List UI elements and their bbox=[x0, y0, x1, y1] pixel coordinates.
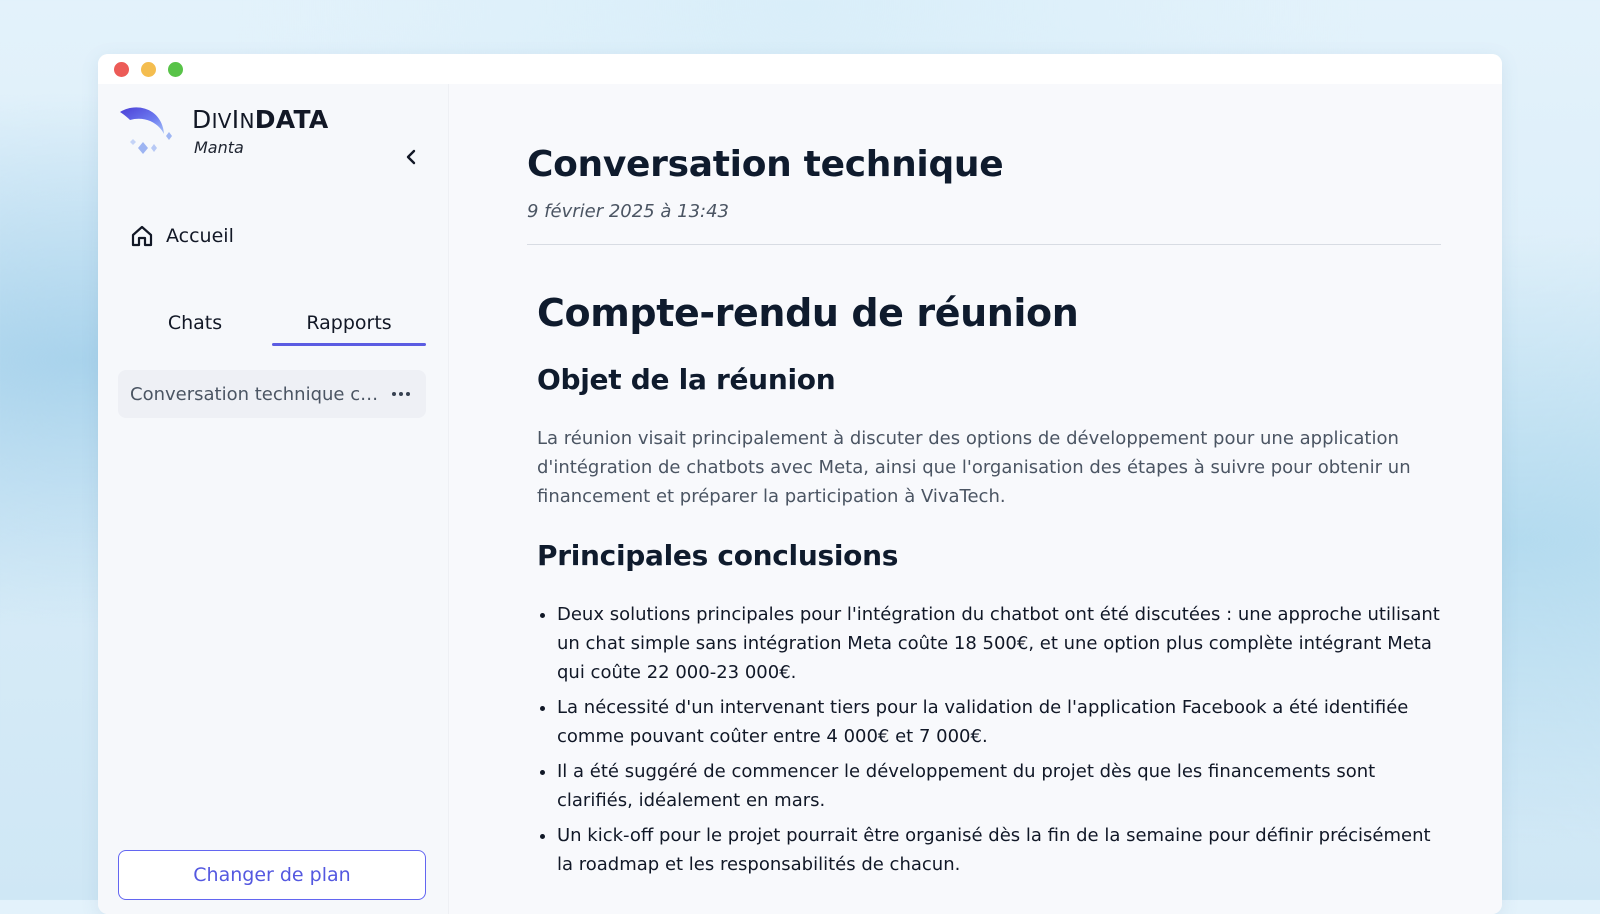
collapse-sidebar-button[interactable] bbox=[398, 144, 424, 170]
section-text-objet: La réunion visait principalement à discu… bbox=[537, 428, 1411, 507]
main-content: Conversation technique 9 février 2025 à … bbox=[449, 84, 1502, 914]
home-icon bbox=[131, 225, 153, 247]
list-item: Il a été suggéré de commencer le dévelop… bbox=[557, 757, 1441, 815]
minimize-window-button[interactable] bbox=[141, 61, 156, 77]
conclusions-list: Deux solutions principales pour l'intégr… bbox=[537, 600, 1441, 879]
more-options-icon[interactable] bbox=[388, 388, 414, 400]
maximize-window-button[interactable] bbox=[168, 61, 183, 77]
report-date: 9 février 2025 à 13:43 bbox=[527, 201, 729, 222]
list-item: Un kick-off pour le projet pourrait être… bbox=[557, 821, 1441, 879]
divider bbox=[527, 244, 1441, 245]
tab-rapports[interactable]: Rapports bbox=[272, 304, 426, 346]
tab-chats[interactable]: Chats bbox=[118, 304, 272, 346]
section-title-objet: Objet de la réunion bbox=[537, 363, 836, 396]
report-title: Conversation technique co... bbox=[130, 383, 380, 405]
report-view: Conversation technique 9 février 2025 à … bbox=[527, 144, 1441, 885]
close-window-button[interactable] bbox=[114, 61, 129, 77]
page-title: Conversation technique bbox=[527, 144, 1004, 185]
sidebar-tabs: Chats Rapports bbox=[118, 304, 426, 346]
brand: DIVINDATA Manta bbox=[118, 104, 329, 157]
report-list-item[interactable]: Conversation technique co... bbox=[118, 370, 426, 418]
title-bar bbox=[98, 54, 1502, 84]
nav-home-label: Accueil bbox=[166, 225, 234, 247]
section-title-conclusions: Principales conclusions bbox=[537, 539, 899, 572]
brand-name: DIVINDATA bbox=[192, 105, 329, 134]
change-plan-button[interactable]: Changer de plan bbox=[118, 850, 426, 900]
app-window: DIVINDATA Manta Accueil Chats Rapports C… bbox=[98, 54, 1502, 914]
divindata-logo-icon bbox=[120, 107, 172, 154]
report-document: Compte-rendu de réunion Objet de la réun… bbox=[527, 291, 1441, 879]
list-item: Deux solutions principales pour l'intégr… bbox=[557, 600, 1441, 687]
list-item: La nécessité d'un intervenant tiers pour… bbox=[557, 693, 1441, 751]
document-heading: Compte-rendu de réunion bbox=[537, 291, 1079, 335]
chevron-left-icon bbox=[406, 149, 416, 165]
brand-subtitle: Manta bbox=[194, 138, 244, 157]
nav-home[interactable]: Accueil bbox=[130, 224, 234, 248]
sidebar: DIVINDATA Manta Accueil Chats Rapports C… bbox=[98, 84, 449, 914]
